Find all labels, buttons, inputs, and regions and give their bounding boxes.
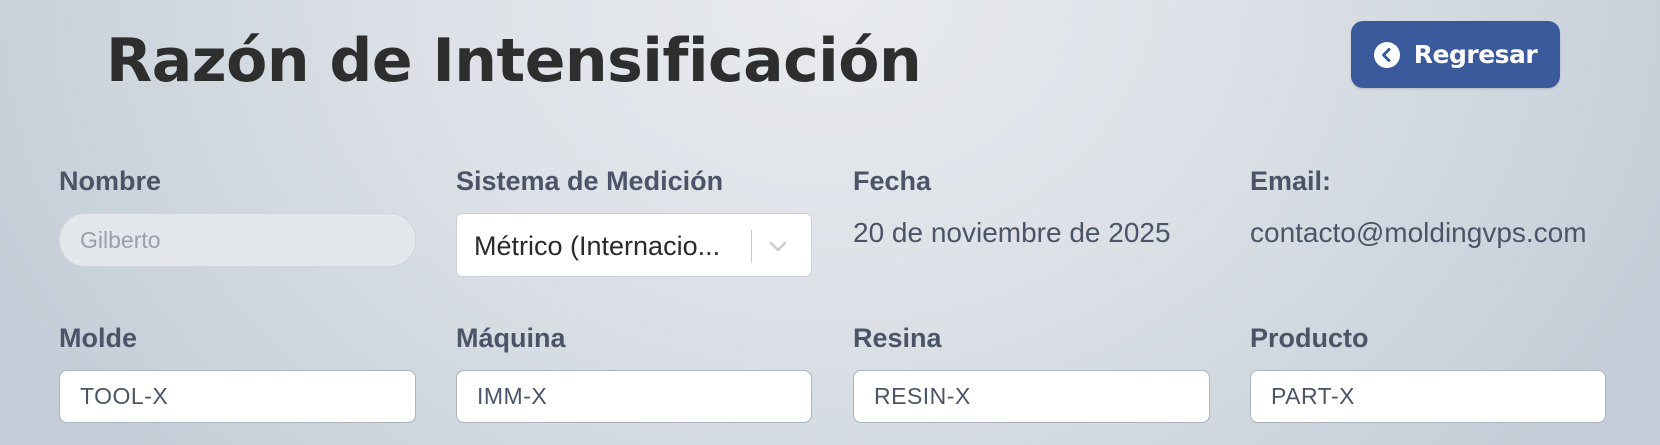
fecha-label: Fecha <box>853 166 932 196</box>
molde-input[interactable] <box>59 370 416 423</box>
resina-label: Resina <box>853 323 942 353</box>
back-button[interactable]: Regresar <box>1351 21 1560 88</box>
sistema-medicion-select[interactable]: Métrico (Internacio... <box>456 213 812 277</box>
producto-input[interactable] <box>1250 370 1606 423</box>
maquina-input[interactable] <box>456 370 812 423</box>
sistema-medicion-selected-value: Métrico (Internacio... <box>474 231 721 261</box>
fecha-value: 20 de noviembre de 2025 <box>853 217 1171 248</box>
select-separator <box>751 230 752 263</box>
chevron-down-icon[interactable] <box>766 234 790 258</box>
resina-input[interactable] <box>853 370 1210 423</box>
chevron-left-circle-icon <box>1373 41 1400 68</box>
nombre-input[interactable] <box>59 213 416 267</box>
back-button-label: Regresar <box>1413 40 1538 69</box>
email-value: contacto@moldingvps.com <box>1250 217 1587 248</box>
nombre-label: Nombre <box>59 166 162 196</box>
email-label: Email: <box>1250 166 1332 196</box>
maquina-label: Máquina <box>456 323 566 353</box>
sistema-medicion-label: Sistema de Medición <box>456 166 724 196</box>
producto-label: Producto <box>1250 323 1369 353</box>
page-title: Razón de Intensificación <box>106 26 922 96</box>
molde-label: Molde <box>59 323 137 353</box>
